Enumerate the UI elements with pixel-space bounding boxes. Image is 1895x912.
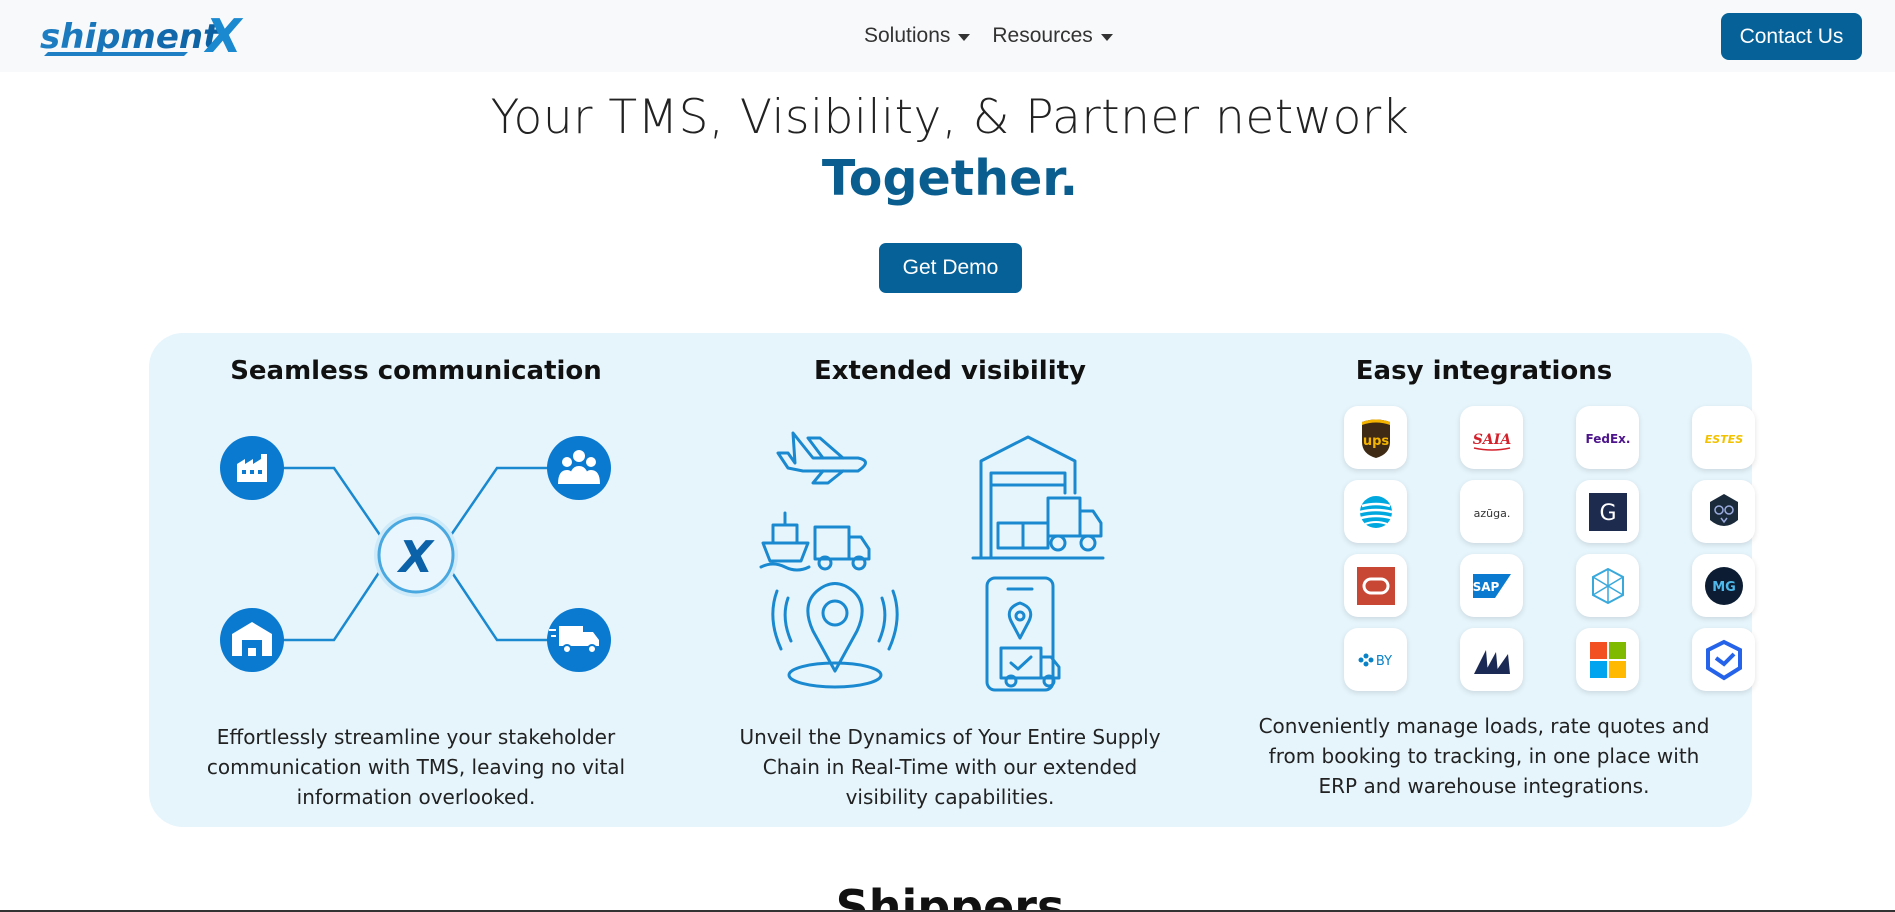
feature-title: Easy integrations — [1355, 356, 1613, 386]
shipmentx-logo-mark: shipment X — [40, 14, 244, 60]
people-icon — [547, 436, 611, 500]
svg-text:ups: ups — [1362, 434, 1389, 449]
logo-shield[interactable] — [1692, 628, 1755, 691]
logo-mg[interactable]: MG — [1692, 554, 1755, 617]
features-panel: Seamless communication X Effortlessly st… — [149, 333, 1755, 827]
logo-x: X — [203, 14, 244, 60]
logo-azuga[interactable]: azūga. — [1460, 480, 1523, 543]
warehouse-icon — [220, 608, 284, 672]
svg-text:azūga.: azūga. — [1473, 507, 1510, 520]
nav-resources[interactable]: Resources — [992, 20, 1113, 52]
truck-icon — [547, 608, 611, 672]
logo-att[interactable] — [1344, 480, 1407, 543]
logo-microsoft[interactable] — [1576, 628, 1639, 691]
logo-cube[interactable] — [1576, 554, 1639, 617]
shipmentx-logo[interactable]: shipment X — [38, 14, 258, 60]
communication-diagram: X — [220, 436, 611, 672]
location-pin-icon — [771, 582, 899, 689]
logo-fedex[interactable]: FedEx. — [1576, 406, 1639, 469]
integration-logos: ups SAIA FedEx. ESTES azūga. G SAP MG BY — [1344, 406, 1764, 691]
mobile-tracking-icon — [985, 576, 1061, 692]
nav-solutions-label: Solutions — [864, 24, 951, 47]
nav-resources-label: Resources — [992, 24, 1093, 47]
logo-ups[interactable]: ups — [1344, 406, 1407, 469]
feature-description: Unveil the Dynamics of Your Entire Suppl… — [739, 725, 1161, 809]
logo-saia[interactable]: SAIA — [1460, 406, 1523, 469]
logo-text: shipment — [40, 17, 221, 57]
svg-text:FedEx.: FedEx. — [1586, 432, 1630, 446]
svg-text:X: X — [396, 532, 435, 583]
svg-text:SAIA: SAIA — [1472, 432, 1511, 448]
visibility-icons — [759, 431, 1105, 692]
plane-ship-truck-icon — [759, 431, 871, 572]
shippers-section-title: Shippers — [835, 880, 1065, 912]
feature-description: Conveniently manage loads, rate quotes a… — [1258, 714, 1710, 798]
svg-text:G: G — [1599, 501, 1616, 526]
get-demo-button[interactable]: Get Demo — [879, 243, 1022, 293]
hero-title: Your TMS, Visibility, & Partner network — [490, 90, 1410, 145]
svg-text:MG: MG — [1712, 580, 1736, 595]
logo-sap[interactable]: SAP — [1460, 554, 1523, 617]
feature-extended-visibility: Extended visibility Unveil the Dynamics … — [683, 333, 1217, 827]
warehouse-truck-icon — [971, 435, 1105, 560]
chevron-down-icon — [1100, 33, 1113, 41]
feature-seamless-communication: Seamless communication X Effortlessly st… — [149, 333, 683, 827]
logo-estes[interactable]: ESTES — [1692, 406, 1755, 469]
svg-text:SAP: SAP — [1472, 580, 1499, 594]
main-nav: Solutions Resources — [864, 20, 1113, 52]
nav-solutions[interactable]: Solutions — [864, 20, 971, 52]
logo-oracle[interactable] — [1344, 554, 1407, 617]
factory-icon — [220, 436, 284, 500]
logo-manhattan[interactable] — [1460, 628, 1523, 691]
logo-owl[interactable] — [1692, 480, 1755, 543]
contact-us-button[interactable]: Contact Us — [1721, 13, 1862, 60]
logo-blue-yonder[interactable]: BY — [1344, 628, 1407, 691]
chevron-down-icon — [958, 33, 971, 41]
svg-text:BY: BY — [1375, 654, 1391, 669]
shipmentx-hub-icon: X — [374, 513, 458, 597]
feature-description: Effortlessly streamline your stakeholder… — [206, 725, 626, 809]
logo-g[interactable]: G — [1576, 480, 1639, 543]
feature-title: Seamless communication — [230, 356, 602, 386]
feature-easy-integrations: Easy integrations ups SAIA FedEx. ESTES … — [1217, 333, 1755, 827]
feature-title: Extended visibility — [814, 356, 1086, 386]
navbar: shipment X Solutions Resources Contact U… — [0, 0, 1895, 72]
hero-subtitle: Together. — [821, 150, 1079, 207]
svg-text:ESTES: ESTES — [1704, 433, 1742, 446]
